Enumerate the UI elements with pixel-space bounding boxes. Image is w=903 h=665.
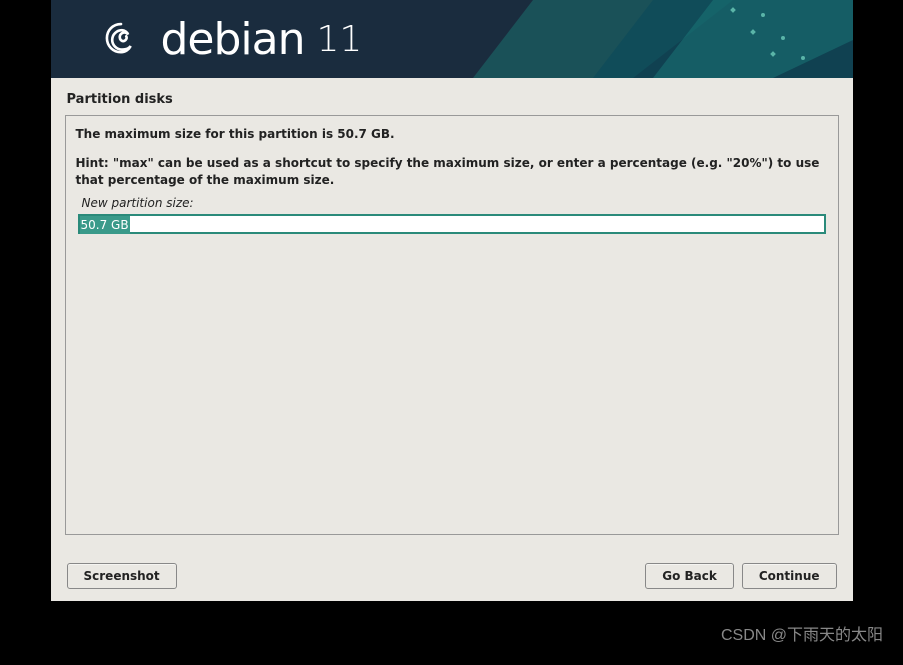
- main-panel: The maximum size for this partition is 5…: [65, 115, 839, 535]
- page-title: Partition disks: [65, 92, 839, 115]
- debian-swirl-icon: [99, 17, 143, 61]
- continue-button[interactable]: Continue: [742, 563, 837, 589]
- header-banner: debian 11: [51, 0, 853, 78]
- partition-size-label: New partition size:: [76, 196, 828, 210]
- go-back-button[interactable]: Go Back: [645, 563, 734, 589]
- screenshot-button[interactable]: Screenshot: [67, 563, 177, 589]
- button-row: Screenshot Go Back Continue: [65, 563, 839, 589]
- hint-text: Hint: "max" can be used as a shortcut to…: [76, 155, 828, 189]
- logo-area: debian 11: [51, 0, 853, 78]
- max-size-text: The maximum size for this partition is 5…: [76, 126, 828, 143]
- content-area: Partition disks The maximum size for thi…: [51, 78, 853, 601]
- brand-version: 11: [317, 19, 363, 60]
- input-value-selected: 50.7 GB: [80, 216, 130, 234]
- partition-size-input[interactable]: 50.7 GB: [78, 214, 826, 234]
- watermark: CSDN @下雨天的太阳: [721, 621, 883, 645]
- installer-window: debian 11 Partition disks The maximum si…: [51, 0, 853, 601]
- brand-name: debian: [161, 14, 305, 65]
